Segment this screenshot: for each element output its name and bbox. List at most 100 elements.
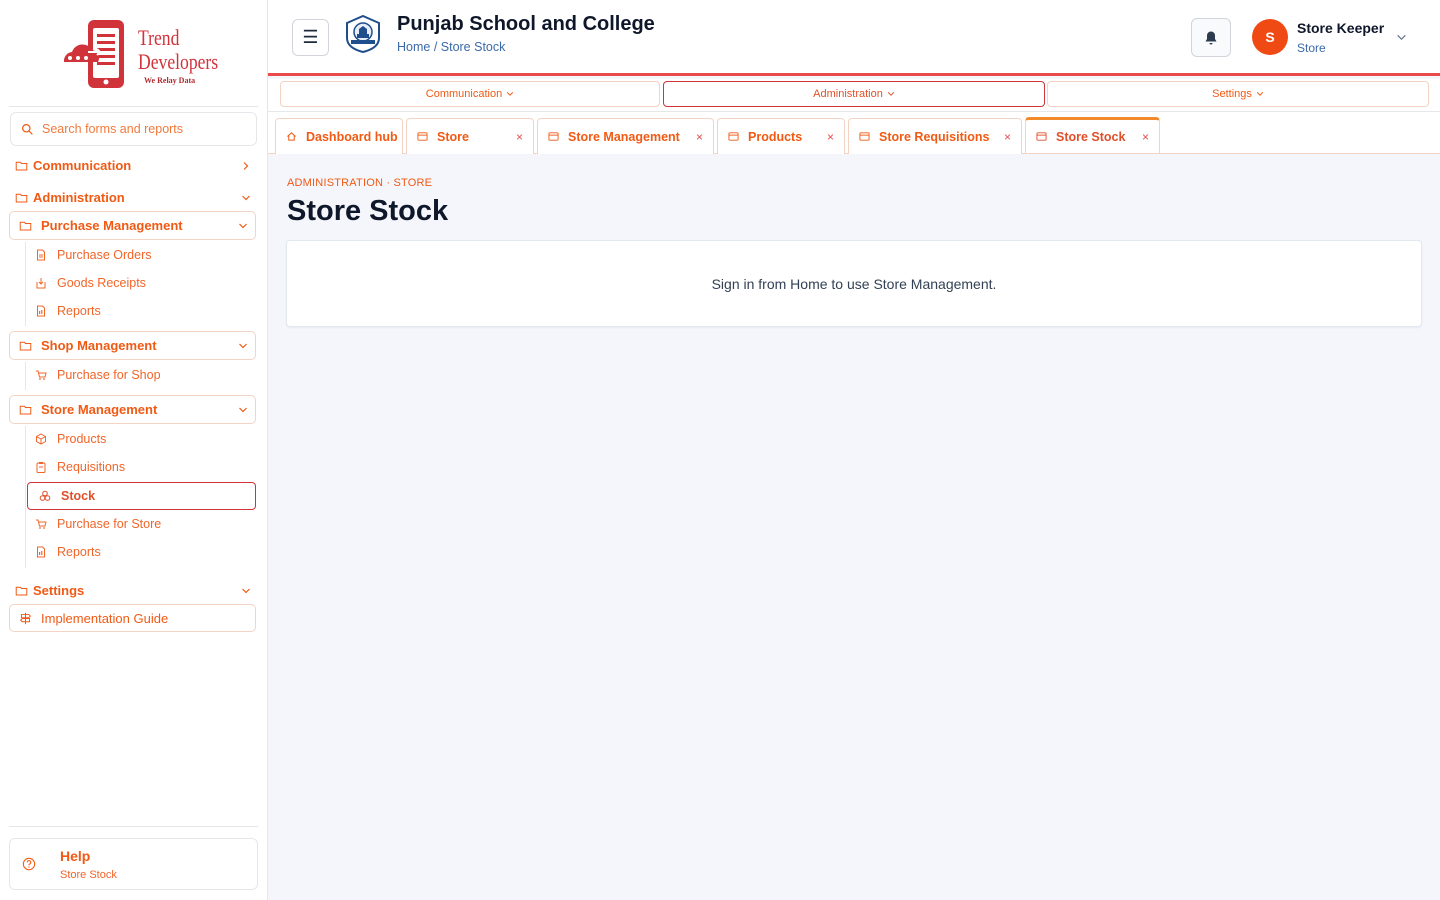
page-kicker: ADMINISTRATION · STORE: [287, 177, 433, 189]
brand-tagline: We Relay Data: [144, 76, 196, 85]
sidebar-section-settings[interactable]: Settings: [15, 583, 253, 598]
folder-icon: [15, 193, 28, 203]
sidebar-item-purchase-for-store[interactable]: Purchase for Store: [35, 514, 161, 534]
tab-label: Store Management: [568, 129, 680, 144]
report-icon: [37, 546, 45, 558]
sidebar-item-purchase-for-shop[interactable]: Purchase for Shop: [35, 365, 161, 385]
chevron-right-icon: [243, 161, 249, 170]
tab-products[interactable]: Products ×: [717, 118, 845, 154]
chevron-down-icon: [507, 92, 514, 96]
close-icon[interactable]: ×: [1004, 130, 1011, 144]
folder-icon: [19, 341, 32, 351]
top-header: ☰ Punjab School and College Home / Store…: [268, 0, 1440, 76]
help-panel[interactable]: Help Store Stock: [9, 838, 258, 890]
brand-line2: Developers: [138, 49, 219, 74]
receipt-icon: [36, 278, 46, 289]
document-icon: [37, 249, 45, 261]
module-menubar: Communication Administration Settings: [268, 79, 1440, 112]
sidebar-item-stock[interactable]: Stock: [27, 482, 256, 510]
menu-settings[interactable]: Settings: [1047, 81, 1429, 107]
tab-store-requisitions[interactable]: Store Requisitions ×: [848, 118, 1022, 154]
sidebar-group-purchase-management[interactable]: Purchase Management: [9, 211, 256, 240]
sidebar-item-label: Purchase Orders: [57, 248, 152, 262]
sidebar-item-label: Requisitions: [57, 460, 126, 474]
tab-label: Store Requisitions: [879, 129, 990, 144]
sidebar-section-label: Communication: [33, 158, 132, 173]
window-icon: [728, 132, 739, 141]
tab-label: Store Stock: [1056, 129, 1126, 144]
chevron-down-icon: [239, 407, 247, 412]
tab-dashboard-hub[interactable]: Dashboard hub: [275, 118, 403, 154]
search-icon: [22, 123, 33, 135]
sidebar-rail: [25, 426, 26, 568]
sidebar-item-implementation-guide[interactable]: Implementation Guide: [9, 604, 256, 632]
breadcrumb[interactable]: Home / Store Stock: [397, 40, 505, 54]
help-icon: [22, 857, 36, 871]
search-box[interactable]: [10, 112, 257, 146]
close-icon[interactable]: ×: [1142, 130, 1149, 144]
help-title: Help: [60, 848, 91, 864]
close-icon[interactable]: ×: [827, 130, 834, 144]
open-tabs-bar: Dashboard hub Store × Store Management ×…: [268, 112, 1440, 154]
tab-store-management[interactable]: Store Management ×: [537, 118, 714, 154]
folder-icon: [15, 586, 28, 596]
chevron-down-icon: [242, 588, 250, 593]
sidebar-item-label: Stock: [61, 489, 96, 503]
menu-label: Communication: [425, 88, 503, 100]
sidebar-rail: [25, 242, 26, 326]
window-icon: [548, 132, 559, 141]
close-icon[interactable]: ×: [696, 130, 703, 144]
brand-line1: Trend: [138, 25, 180, 50]
sidebar-item-purchase-reports[interactable]: Reports: [35, 301, 101, 321]
help-subtitle: Store Stock: [60, 869, 117, 881]
sidebar-item-store-reports[interactable]: Reports: [35, 542, 101, 562]
clipboard-icon: [36, 462, 46, 473]
chevron-down-icon[interactable]: [1396, 32, 1407, 43]
sidebar-group-label: Shop Management: [41, 338, 157, 353]
sidebar-section-label: Administration: [33, 190, 125, 205]
sidebar-section-communication[interactable]: Communication: [15, 158, 253, 173]
tab-store[interactable]: Store ×: [406, 118, 534, 154]
menu-toggle-button[interactable]: ☰: [292, 19, 329, 56]
user-name[interactable]: Store Keeper: [1297, 20, 1384, 36]
tab-label: Store: [437, 129, 469, 144]
signin-message: Sign in from Home to use Store Managemen…: [711, 276, 997, 292]
menu-label: Settings: [1212, 88, 1252, 100]
avatar[interactable]: S: [1252, 19, 1288, 55]
content-card: Sign in from Home to use Store Managemen…: [286, 240, 1422, 327]
close-icon[interactable]: ×: [516, 130, 523, 144]
box-icon: [36, 433, 46, 445]
sidebar-group-store-management[interactable]: Store Management: [9, 395, 256, 424]
sidebar-item-label: Reports: [57, 304, 101, 318]
page-title: Store Stock: [287, 195, 449, 227]
sidebar-rail: [25, 362, 26, 390]
window-icon: [1036, 132, 1047, 141]
brand-wordmark: Trend Developers We Relay Data: [138, 25, 238, 86]
cart-icon: [36, 370, 47, 380]
sidebar-item-label: Goods Receipts: [57, 276, 146, 290]
window-icon: [859, 132, 870, 141]
sidebar-item-requisitions[interactable]: Requisitions: [35, 457, 125, 477]
sidebar-item-goods-receipts[interactable]: Goods Receipts: [35, 273, 146, 293]
tab-label: Products: [748, 129, 803, 144]
sidebar-group-label: Store Management: [41, 402, 158, 417]
school-name: Punjab School and College: [397, 13, 655, 35]
sidebar-item-purchase-orders[interactable]: Purchase Orders: [35, 245, 151, 265]
report-icon: [37, 305, 45, 317]
menu-administration[interactable]: Administration: [663, 81, 1045, 107]
folder-icon: [19, 221, 32, 231]
sidebar-item-label: Purchase for Store: [57, 517, 162, 531]
sidebar-group-shop-management[interactable]: Shop Management: [9, 331, 256, 360]
menu-label: Administration: [813, 88, 883, 100]
notifications-button[interactable]: [1191, 18, 1231, 57]
tab-store-stock[interactable]: Store Stock ×: [1025, 117, 1160, 153]
cart-icon: [36, 519, 47, 529]
sidebar-divider: [9, 106, 258, 107]
sidebar-item-products[interactable]: Products: [35, 429, 106, 449]
sidebar-divider: [9, 826, 258, 827]
search-input[interactable]: [42, 122, 232, 136]
home-icon: [287, 132, 296, 141]
menu-communication[interactable]: Communication: [280, 81, 660, 107]
sidebar-section-administration[interactable]: Administration: [15, 190, 253, 205]
tab-label: Dashboard hub: [306, 129, 398, 144]
